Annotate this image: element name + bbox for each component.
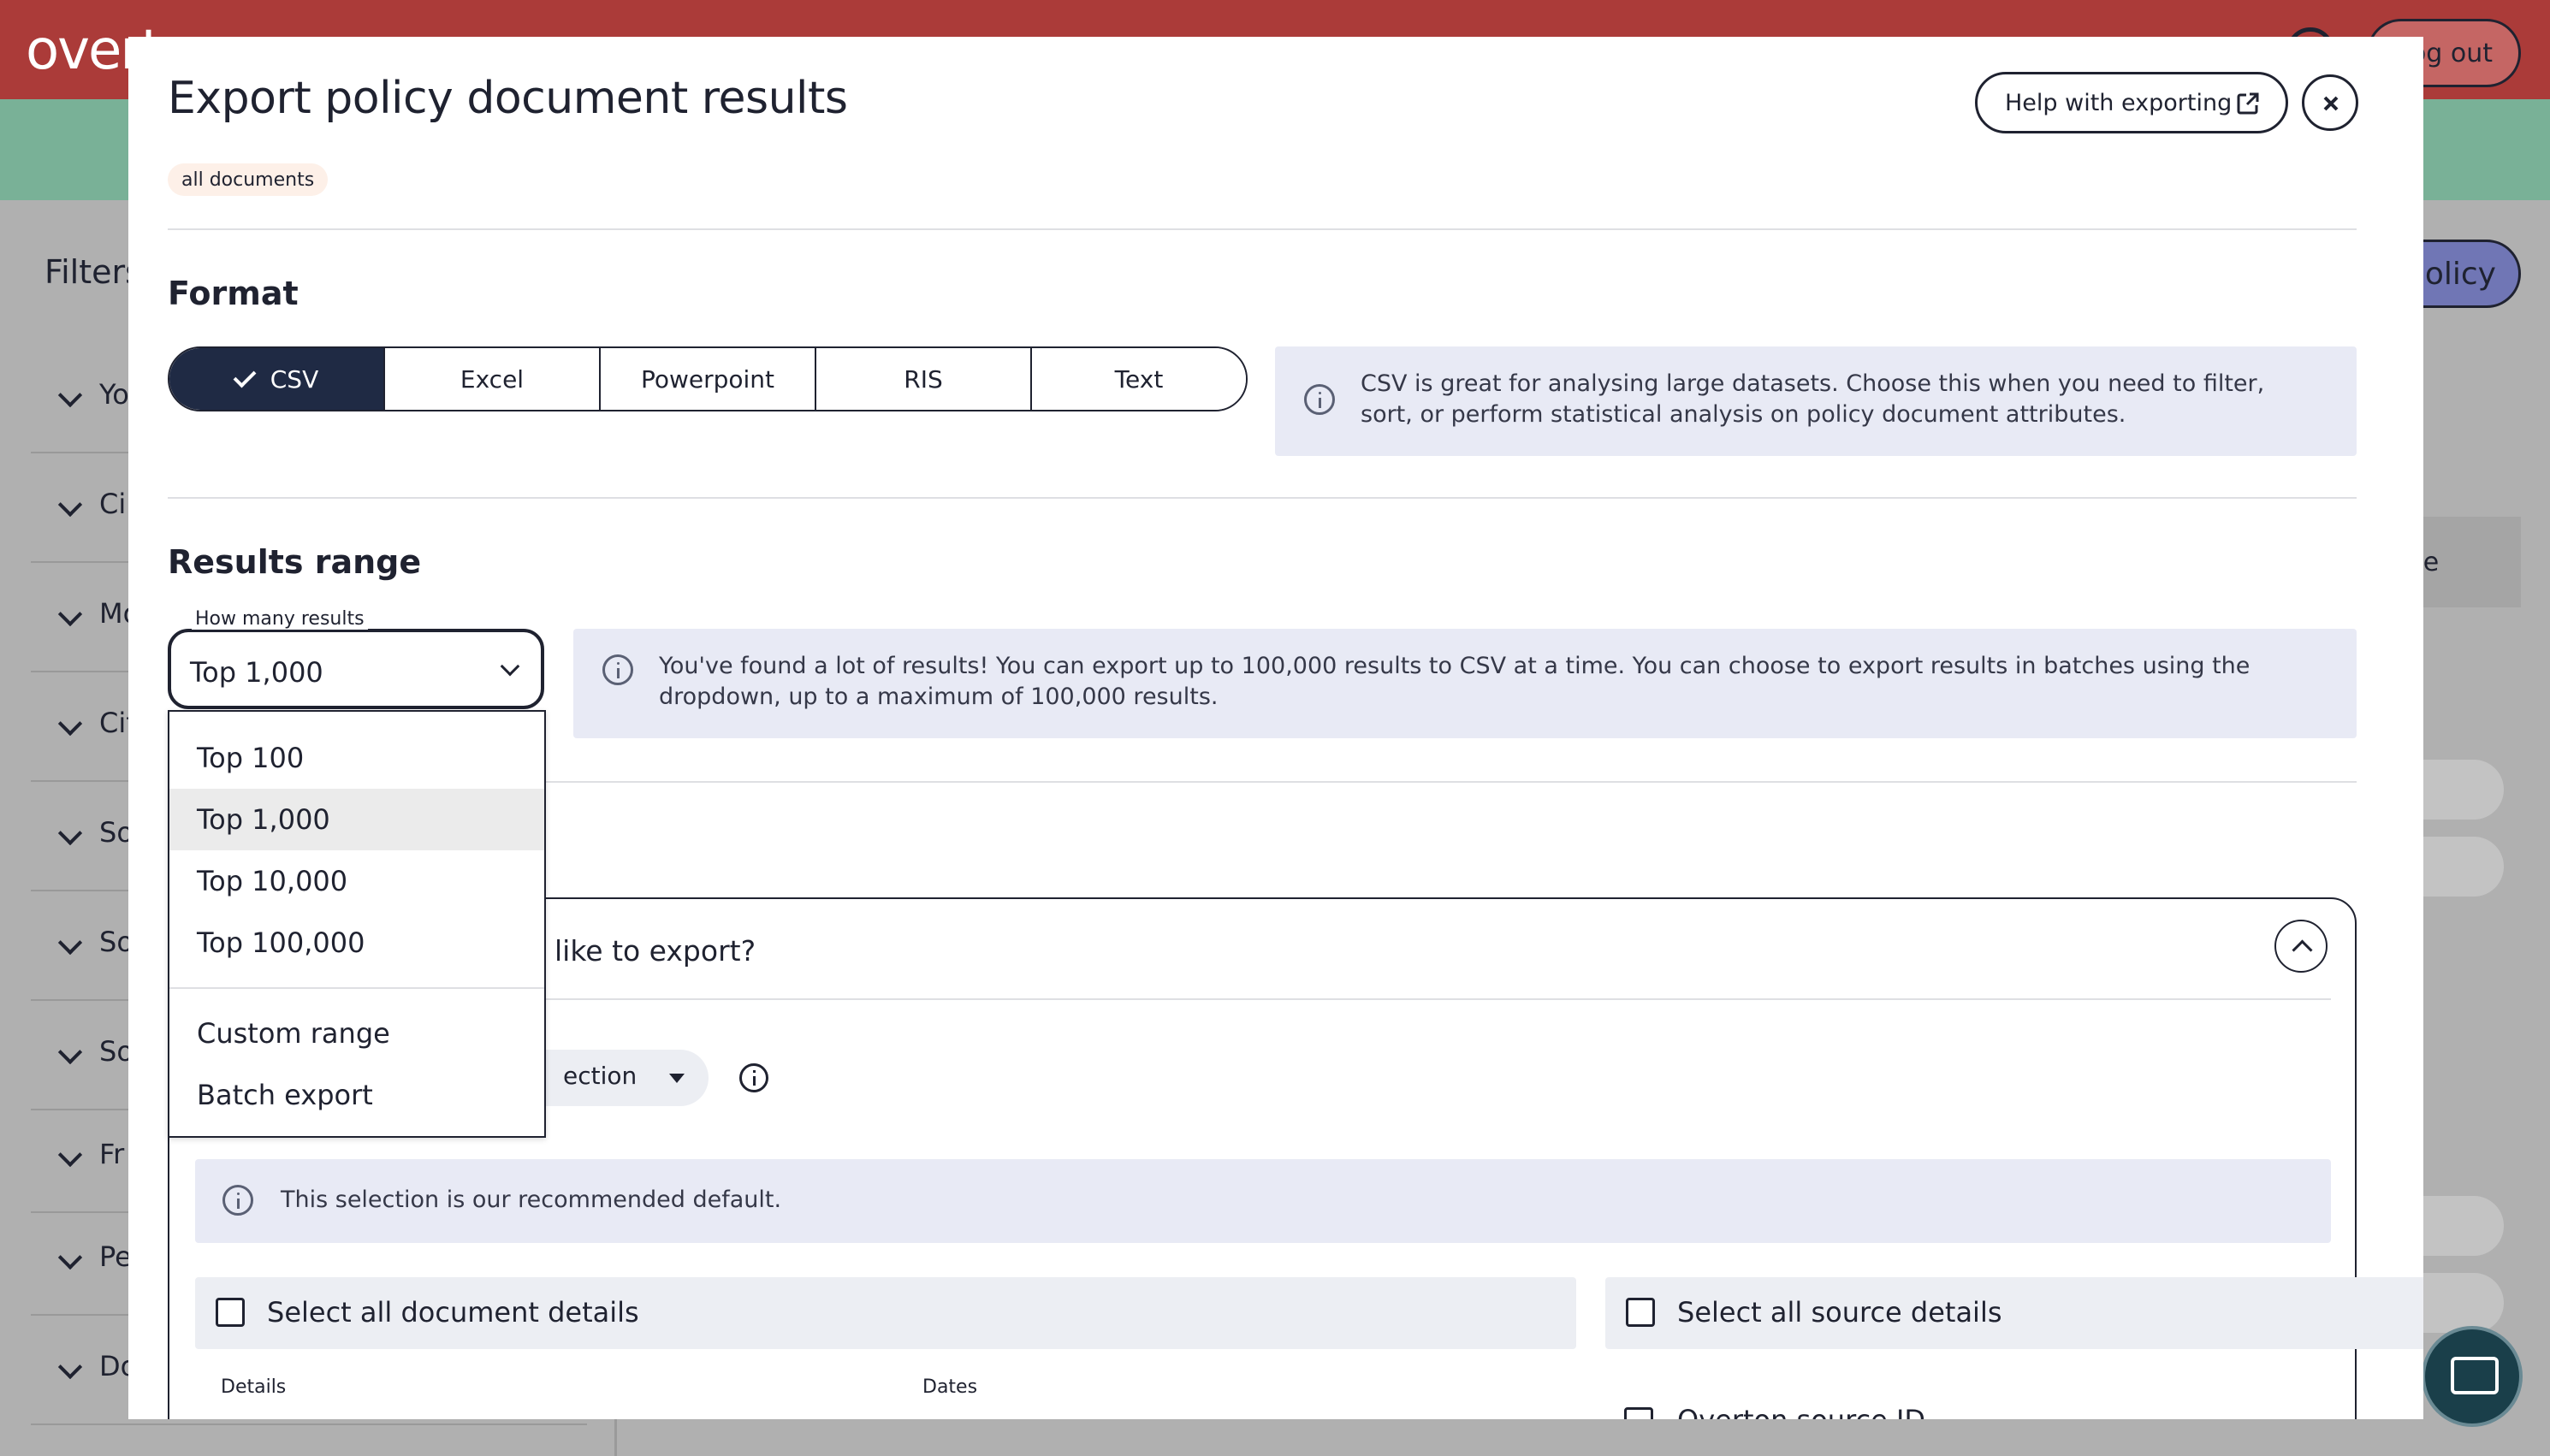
format-selector: CSV Excel Powerpoint RIS Text (168, 346, 1248, 411)
details-heading: Details (221, 1376, 287, 1398)
format-option-label: CSV (270, 364, 319, 394)
chevron-down-icon (57, 601, 83, 627)
app-root: overt og out index Filters Yo Ci Mo Cit … (0, 0, 2550, 1456)
chat-icon (2451, 1357, 2499, 1394)
external-link-icon (2237, 92, 2259, 115)
format-heading: Format (168, 275, 299, 312)
select-all-source-checkbox[interactable] (1626, 1298, 1655, 1327)
chevron-down-icon (57, 1354, 83, 1380)
close-icon (2323, 96, 2339, 111)
option-top-10000[interactable]: Top 10,000 (169, 850, 544, 912)
filters-heading: Filters (44, 253, 142, 291)
divider (168, 228, 2357, 230)
select-all-document-row[interactable]: Select all document details (195, 1277, 1576, 1349)
dates-heading: Dates (922, 1376, 978, 1398)
chevron-down-icon (57, 1039, 83, 1065)
caret-down-icon (669, 1074, 685, 1083)
source-id-checkbox[interactable] (1624, 1407, 1653, 1419)
option-top-100000[interactable]: Top 100,000 (169, 912, 544, 974)
results-dropdown-menu: Top 100 Top 1,000 Top 10,000 Top 100,000… (168, 710, 546, 1138)
filter-label: Pe (99, 1240, 132, 1273)
info-icon (222, 1185, 253, 1216)
check-icon (233, 364, 257, 388)
option-top-100[interactable]: Top 100 (169, 727, 544, 789)
recommended-info-box: This selection is our recommended defaul… (195, 1159, 2331, 1243)
option-batch-export[interactable]: Batch export (169, 1064, 544, 1126)
option-custom-range[interactable]: Custom range (169, 1003, 544, 1064)
filter-label: Ci (99, 488, 127, 520)
chevron-down-icon (57, 1245, 83, 1270)
help-exporting-button[interactable]: Help with exporting (1975, 72, 2288, 133)
format-info-text: CSV is great for analysing large dataset… (1361, 370, 2265, 428)
info-icon (602, 654, 633, 685)
select-all-source-row[interactable]: Select all source details (1605, 1277, 2423, 1349)
chevron-down-icon (57, 382, 83, 408)
range-info-box: You've found a lot of results! You can e… (573, 629, 2357, 738)
source-id-label: Overton source ID (1677, 1404, 1925, 1419)
select-value: Top 1,000 (190, 656, 323, 689)
chevron-down-icon (57, 1142, 83, 1168)
dropdown-separator (169, 987, 544, 989)
how-many-results-select[interactable]: Top 1,000 (168, 629, 544, 709)
fields-question: like to export? (554, 934, 756, 968)
format-option-powerpoint[interactable]: Powerpoint (601, 348, 816, 410)
how-many-results-label: How many results (192, 608, 368, 630)
filter-label: Fr (99, 1138, 125, 1170)
option-top-1000[interactable]: Top 1,000 (169, 789, 544, 850)
divider (168, 497, 2357, 499)
chevron-down-icon (57, 711, 83, 737)
export-modal: Export policy document results Help with… (128, 37, 2423, 1419)
select-all-document-label: Select all document details (267, 1296, 639, 1329)
info-icon[interactable] (739, 1063, 768, 1092)
chevron-down-icon (500, 656, 520, 677)
chat-button[interactable] (2422, 1326, 2523, 1427)
chevron-down-icon (57, 930, 83, 956)
modal-title: Export policy document results (168, 73, 848, 124)
recommended-info-text: This selection is our recommended defaul… (281, 1187, 782, 1213)
format-option-ris[interactable]: RIS (816, 348, 1032, 410)
format-option-text[interactable]: Text (1032, 348, 1246, 410)
format-option-excel[interactable]: Excel (385, 348, 601, 410)
select-all-source-label: Select all source details (1677, 1296, 2002, 1329)
range-info-text: You've found a lot of results! You can e… (659, 653, 2251, 710)
scope-tag: all documents (168, 163, 329, 196)
selection-label: ection (563, 1062, 638, 1090)
results-range-heading: Results range (168, 543, 422, 581)
format-info-box: CSV is great for analysing large dataset… (1275, 346, 2357, 456)
chevron-down-icon (57, 820, 83, 846)
info-icon (1304, 384, 1335, 415)
select-all-document-checkbox[interactable] (216, 1298, 245, 1327)
format-option-csv[interactable]: CSV (169, 348, 385, 410)
help-button-label: Help with exporting (2005, 89, 2233, 116)
filter-label: Yo (99, 378, 129, 411)
chevron-down-icon (57, 492, 83, 518)
close-button[interactable] (2302, 74, 2358, 131)
chevron-up-icon[interactable] (2274, 920, 2328, 973)
